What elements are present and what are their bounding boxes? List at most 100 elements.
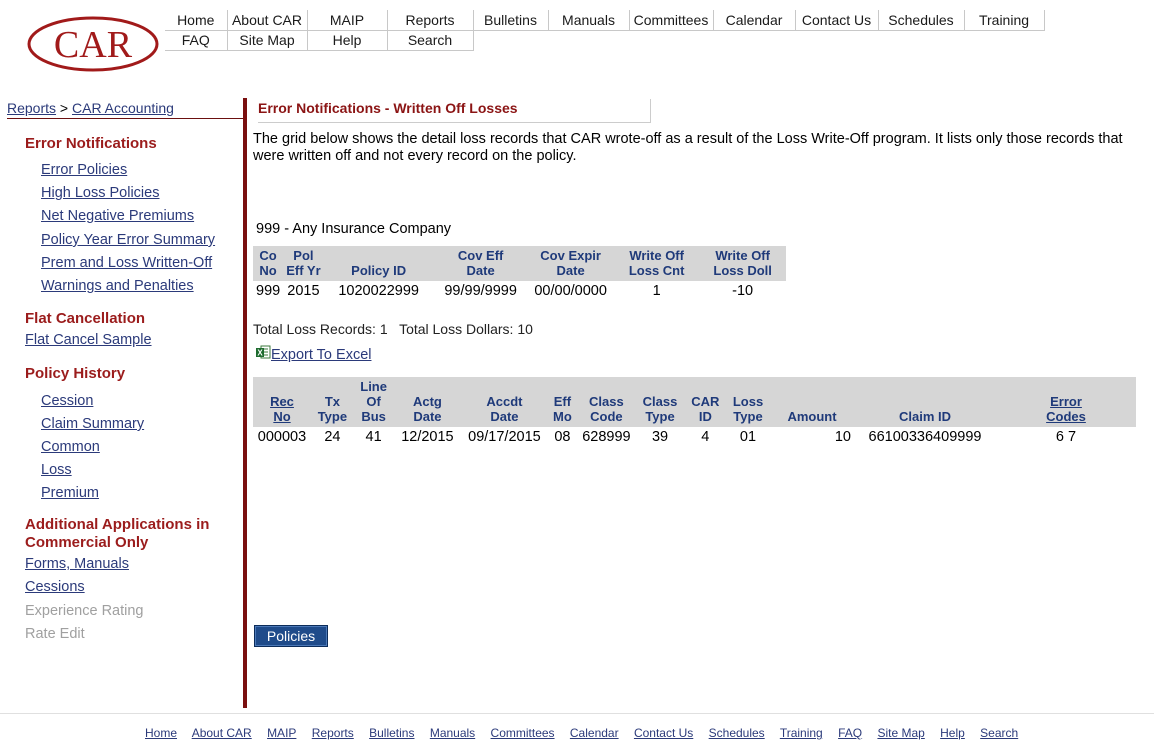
cell-co-no: 999 bbox=[256, 283, 281, 299]
footer-link-reports[interactable]: Reports bbox=[312, 726, 354, 740]
policy-history-heading: Policy History bbox=[25, 365, 126, 382]
col-cov-eff-date: Cov Eff Date bbox=[433, 246, 528, 281]
sidebar-item-common[interactable]: Common bbox=[41, 439, 100, 455]
cell-accdt-date: 09/17/2015 bbox=[468, 429, 541, 445]
col-line-of-bus: Line Of Bus bbox=[353, 377, 394, 427]
col-cov-expir-date: Cov Expir Date bbox=[527, 246, 614, 281]
nav-reports[interactable]: Reports bbox=[387, 10, 474, 31]
footer-link-contact-us[interactable]: Contact Us bbox=[634, 726, 693, 740]
footer-link-bulletins[interactable]: Bulletins bbox=[369, 726, 414, 740]
footer-link-committees[interactable]: Committees bbox=[491, 726, 555, 740]
cell-eff-mo: 08 bbox=[554, 429, 571, 445]
footer-link-about-car[interactable]: About CAR bbox=[192, 726, 252, 740]
page-description: The grid below shows the detail loss rec… bbox=[253, 131, 1123, 164]
topnav-row-1: Home About CAR MAIP Reports Bulletins Ma… bbox=[165, 10, 1045, 31]
sidebar-item-premium[interactable]: Premium bbox=[41, 485, 99, 501]
total-records-label: Total Loss Records: bbox=[253, 321, 376, 337]
col-write-off-loss-cnt: Write Off Loss Cnt bbox=[613, 246, 700, 281]
cell-class-type: 39 bbox=[651, 429, 669, 445]
col-tx-type: Tx Type bbox=[311, 377, 354, 427]
cell-rec-no: 000003 bbox=[257, 429, 307, 445]
col-write-off-loss-doll: Write Off Loss Doll bbox=[699, 246, 786, 281]
footer-link-search[interactable]: Search bbox=[980, 726, 1018, 740]
cell-amount: 10 bbox=[834, 429, 851, 445]
policies-button[interactable]: Policies bbox=[254, 625, 328, 647]
col-pol-eff-yr: Pol Eff Yr bbox=[283, 246, 324, 281]
export-to-excel-link[interactable]: Export To Excel bbox=[271, 347, 371, 363]
sidebar-item-net-negative-premiums[interactable]: Net Negative Premiums bbox=[41, 208, 194, 224]
breadcrumb-separator: > bbox=[56, 100, 72, 116]
footer-link-maip[interactable]: MAIP bbox=[267, 726, 296, 740]
cell-class-code: 628999 bbox=[582, 429, 631, 445]
cell-tx-type: 24 bbox=[324, 429, 341, 445]
sidebar-item-loss[interactable]: Loss bbox=[41, 462, 72, 478]
sidebar-item-cessions[interactable]: Cessions bbox=[25, 579, 85, 595]
error-notifications-heading: Error Notifications bbox=[25, 135, 157, 152]
top-navigation: Home About CAR MAIP Reports Bulletins Ma… bbox=[165, 10, 1045, 51]
loss-grid-header: Rec No Tx Type Line Of Bus Actg Date Accdt Dat… bbox=[253, 377, 1136, 427]
cell-actg-date: 12/2015 bbox=[401, 429, 454, 445]
sidebar-item-cession[interactable]: Cession bbox=[41, 393, 93, 409]
col-accdt-date: Accdt Date bbox=[461, 377, 548, 427]
sidebar-item-warnings-and-penalties[interactable]: Warnings and Penalties bbox=[41, 278, 194, 294]
footer-link-site-map[interactable]: Site Map bbox=[877, 726, 924, 740]
footer-link-manuals[interactable]: Manuals bbox=[430, 726, 475, 740]
nav-about-car[interactable]: About CAR bbox=[227, 10, 308, 31]
footer-link-faq[interactable]: FAQ bbox=[838, 726, 862, 740]
breadcrumb-car-accounting-link[interactable]: CAR Accounting bbox=[72, 100, 174, 116]
nav-help[interactable]: Help bbox=[307, 30, 388, 51]
nav-faq[interactable]: FAQ bbox=[165, 30, 228, 51]
cell-car-id: 4 bbox=[701, 429, 710, 445]
footer-link-help[interactable]: Help bbox=[940, 726, 965, 740]
company-name: 999 - Any Insurance Company bbox=[256, 221, 452, 237]
footer-link-training[interactable]: Training bbox=[780, 726, 823, 740]
nav-calendar[interactable]: Calendar bbox=[713, 10, 796, 31]
sidebar-item-prem-and-loss-written-off[interactable]: Prem and Loss Written-Off bbox=[41, 255, 212, 271]
additional-applications-heading: Additional Applications in Commercial On… bbox=[25, 516, 209, 552]
total-dollars-value: 10 bbox=[517, 321, 533, 337]
nav-committees[interactable]: Committees bbox=[629, 10, 714, 31]
col-error-codes[interactable]: Error Codes bbox=[996, 377, 1136, 427]
nav-home[interactable]: Home bbox=[165, 10, 228, 31]
policy-grid-header: Co No Pol Eff Yr Policy ID Cov Eff Date Cov… bbox=[253, 246, 786, 281]
total-dollars-label: Total Loss Dollars: bbox=[399, 321, 514, 337]
sidebar-item-high-loss-policies[interactable]: High Loss Policies bbox=[41, 185, 159, 201]
sidebar-item-rate-edit: Rate Edit bbox=[25, 626, 85, 642]
sidebar-item-flat-cancel-sample[interactable]: Flat Cancel Sample bbox=[25, 332, 152, 348]
col-rec-no[interactable]: Rec No bbox=[253, 377, 311, 427]
sidebar-item-forms-manuals[interactable]: Forms, Manuals bbox=[25, 556, 129, 572]
nav-maip[interactable]: MAIP bbox=[307, 10, 388, 31]
nav-search[interactable]: Search bbox=[387, 30, 474, 51]
nav-contact-us[interactable]: Contact Us bbox=[795, 10, 879, 31]
car-logo[interactable]: CAR bbox=[27, 12, 165, 74]
nav-site-map[interactable]: Site Map bbox=[227, 30, 308, 51]
sidebar-item-claim-summary[interactable]: Claim Summary bbox=[41, 416, 144, 432]
breadcrumb-reports-link[interactable]: Reports bbox=[7, 100, 56, 116]
totals-summary: Total Loss Records: 1 Total Loss Dollars… bbox=[253, 321, 533, 337]
breadcrumb: Reports > CAR Accounting bbox=[7, 100, 244, 119]
sidebar-item-policy-year-error-summary[interactable]: Policy Year Error Summary bbox=[41, 232, 215, 248]
logo-text: CAR bbox=[54, 24, 133, 66]
footer-link-schedules[interactable]: Schedules bbox=[709, 726, 765, 740]
nav-filler bbox=[473, 30, 1044, 50]
topnav-row-2: FAQ Site Map Help Search bbox=[165, 30, 1044, 51]
col-policy-id: Policy ID bbox=[323, 246, 434, 281]
footer-link-calendar[interactable]: Calendar bbox=[570, 726, 619, 740]
cell-loss-type: 01 bbox=[739, 429, 757, 445]
col-class-code: Class Code bbox=[577, 377, 636, 427]
additional-heading-line2: Commercial Only bbox=[25, 534, 149, 551]
cell-write-off-loss-doll: -10 bbox=[732, 283, 754, 299]
export-to-excel[interactable]: X Export To Excel bbox=[256, 345, 371, 363]
table-row: 999 2015 1020022999 99/99/9999 00/00/000… bbox=[253, 281, 786, 301]
nav-training[interactable]: Training bbox=[964, 10, 1045, 31]
nav-schedules[interactable]: Schedules bbox=[878, 10, 965, 31]
cell-line-of-bus: 41 bbox=[365, 429, 382, 445]
sidebar-item-error-policies[interactable]: Error Policies bbox=[41, 162, 127, 178]
col-eff-mo: Eff Mo bbox=[547, 377, 578, 427]
nav-manuals[interactable]: Manuals bbox=[548, 10, 630, 31]
col-amount: Amount bbox=[770, 377, 854, 427]
cell-cov-expir-date: 00/00/0000 bbox=[534, 283, 607, 299]
footer-link-home[interactable]: Home bbox=[145, 726, 177, 740]
col-claim-id: Claim ID bbox=[854, 377, 996, 427]
nav-bulletins[interactable]: Bulletins bbox=[473, 10, 549, 31]
